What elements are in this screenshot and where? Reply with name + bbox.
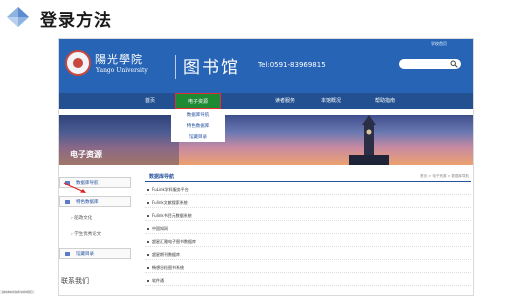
bullet-icon [65,252,70,256]
database-row[interactable]: FuLink学科服务平台 [145,185,471,195]
slide-title-bar: 登录方法 [0,0,532,36]
sidebar-item-special-databases[interactable]: 特色数据库 [59,196,131,207]
search-icon[interactable] [450,60,458,68]
bullet-icon [147,254,149,256]
red-arrow-icon [63,182,86,193]
database-row[interactable]: 软件通 [145,276,471,286]
bullet-icon [147,215,149,217]
database-link[interactable]: 超星期刊数据库 [152,252,180,258]
main-nav: 首页 电子资源 读者服务 本馆概况 帮助指南 [59,93,473,109]
database-row[interactable]: 中国知网 [145,224,471,234]
library-name: 图书馆 [183,58,240,78]
nav-help-guide[interactable]: 帮助指南 [375,97,395,104]
breadcrumb: 首页 > 电子资源 > 数据库导航 [420,174,469,178]
database-link[interactable]: 中国知网 [152,226,168,232]
e-resources-dropdown: 数据库导航 特色数据库 馆藏目录 [171,109,225,142]
university-name-cn: 陽光學院 [95,53,143,66]
site-header: 学校首页 陽光學院 Yango University 图书馆 Tel:0591-… [59,39,473,93]
sidebar-item-label: 特色数据库 [76,200,99,205]
database-row[interactable]: Fulink文献搜索系统 [145,198,471,208]
library-phone: Tel:0591-83969815 [258,61,326,69]
search-input[interactable] [399,59,461,69]
content-header: 数据库导航 首页 > 电子资源 > 数据库导航 [145,172,471,182]
bullet-icon [147,202,149,204]
school-home-link[interactable]: 学校首页 [431,41,447,47]
university-name-en: Yango University [96,67,148,74]
database-link[interactable]: Fulink书目元数据系统 [152,213,192,219]
content-title: 数据库导航 [149,174,175,180]
banner-title: 电子资源 [70,150,102,159]
nav-e-resources[interactable]: 电子资源 [175,93,221,109]
browser-status-bar: javascript:void(0) [0,290,35,294]
sidebar-sub-label: 船政文化 [74,216,93,221]
dropdown-special-databases[interactable]: 特色数据库 [171,123,225,129]
header-divider [175,55,176,79]
library-website: 学校首页 陽光學院 Yango University 图书馆 Tel:0591-… [58,38,474,296]
database-link[interactable]: 软件通 [152,278,164,284]
database-link[interactable]: 畅想谷粒图书系统 [152,265,184,271]
nav-home[interactable]: 首页 [145,97,155,104]
dropdown-catalog[interactable]: 馆藏目录 [171,134,225,140]
university-seal-icon [65,50,91,76]
sidebar-sub-shipbuilding-culture[interactable]: › 船政文化 [71,215,92,221]
sidebar-item-label: 馆藏目录 [76,252,94,257]
nav-reader-services[interactable]: 读者服务 [275,97,295,104]
dropdown-database-nav[interactable]: 数据库导航 [171,112,225,118]
database-row[interactable]: 超星汇雅电子图书数据库 [145,237,471,247]
database-row[interactable]: Fulink书目元数据系统 [145,211,471,221]
database-row[interactable]: 超星期刊数据库 [145,250,471,260]
bullet-icon [147,228,149,230]
sidebar-sub-label: 学生优秀论文 [74,232,102,237]
database-link[interactable]: FuLink学科服务平台 [152,187,189,193]
database-row[interactable]: 畅想谷粒图书系统 [145,263,471,273]
bullet-icon [147,267,149,269]
clock-tower-image [349,115,389,165]
slide-title: 登录方法 [40,11,112,31]
bullet-icon [65,200,70,204]
sidebar-sub-student-papers[interactable]: › 学生优秀论文 [71,231,101,237]
sidebar-item-catalog[interactable]: 馆藏目录 [59,248,131,259]
diamond-icon [7,7,29,27]
nav-about-library[interactable]: 本馆概况 [321,97,341,104]
database-list-panel: 数据库导航 首页 > 电子资源 > 数据库导航 FuLink学科服务平台 Ful… [145,172,471,295]
banner: 电子资源 [59,115,473,165]
database-link[interactable]: Fulink文献搜索系统 [152,200,188,206]
bullet-icon [147,189,149,191]
database-link[interactable]: 超星汇雅电子图书数据库 [152,239,196,245]
bullet-icon [147,241,149,243]
contact-us-heading: 联系我们 [61,277,89,285]
bullet-icon [147,280,149,282]
